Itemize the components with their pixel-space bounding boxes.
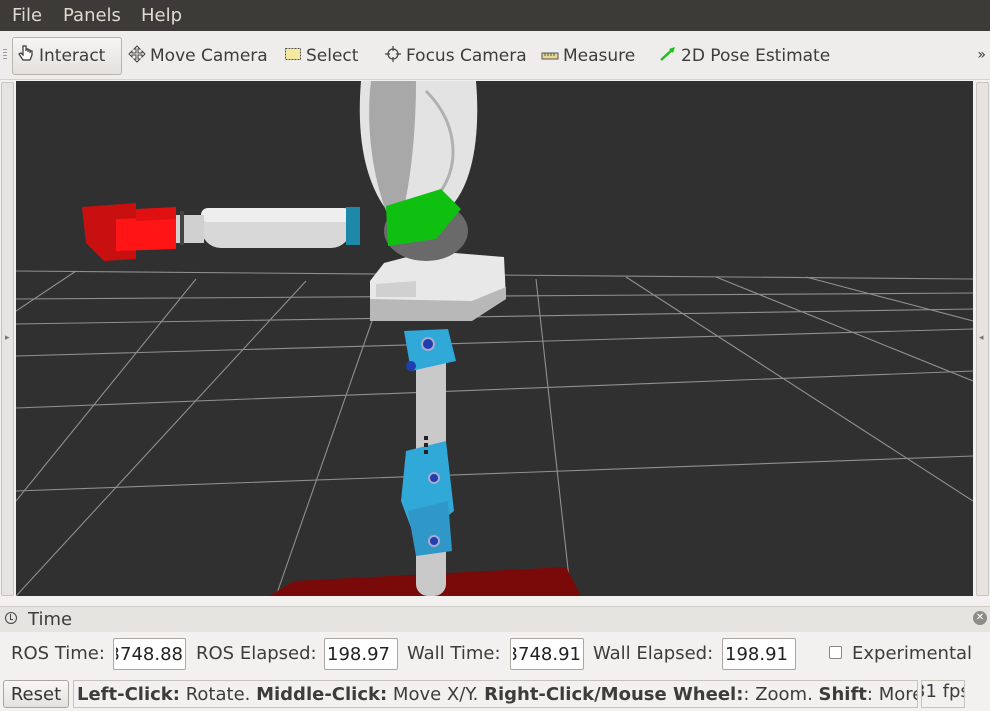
robot-base — [370, 251, 506, 321]
robot-arm — [176, 207, 360, 248]
wall-time-field[interactable] — [510, 638, 584, 670]
focus-camera-icon — [384, 45, 402, 68]
tool-focus-camera[interactable]: Focus Camera — [380, 37, 531, 75]
menu-file[interactable]: File — [12, 5, 42, 26]
tool-select[interactable]: Select — [280, 37, 362, 75]
ros-time-field[interactable] — [113, 638, 186, 670]
menu-panels[interactable]: Panels — [63, 5, 121, 26]
wall-time-label: Wall Time: — [407, 643, 501, 664]
menu-help[interactable]: Help — [141, 5, 182, 26]
experimental-label: Experimental — [852, 643, 973, 664]
collapse-arrow-icon: ▸ — [5, 333, 10, 343]
select-rectangle-icon — [284, 46, 302, 66]
status-bar: Reset Left-Click: Rotate. Middle-Click: … — [0, 677, 990, 711]
time-panel: ROS Time: ROS Elapsed: Wall Time: Wall E… — [0, 632, 990, 676]
tool-bar: Interact Move Camera Select Focus Camera… — [0, 31, 990, 80]
render-viewport[interactable] — [16, 81, 973, 596]
scene-3d — [16, 81, 973, 596]
tool-move-camera[interactable]: Move Camera — [124, 37, 272, 75]
time-panel-header: Time ✕ — [0, 606, 990, 632]
toolbar-overflow-button[interactable]: » — [977, 47, 986, 63]
wall-elapsed-field[interactable] — [722, 638, 796, 670]
status-message: Left-Click: Rotate. Middle-Click: Move X… — [73, 680, 918, 708]
menu-bar: File Panels Help — [0, 0, 990, 31]
ros-time-label: ROS Time: — [11, 643, 105, 664]
reset-button[interactable]: Reset — [3, 680, 69, 708]
ruler-icon — [541, 46, 559, 66]
tool-interact[interactable]: Interact — [12, 37, 122, 75]
hand-pointer-icon — [17, 44, 35, 69]
ros-elapsed-field[interactable] — [324, 638, 398, 670]
left-dock-collapse-bar[interactable]: ▸ — [1, 82, 14, 596]
close-panel-button[interactable]: ✕ — [973, 611, 987, 625]
right-dock-collapse-bar[interactable]: ◂ — [976, 82, 989, 596]
fps-readout: 31 fps — [921, 680, 965, 708]
experimental-checkbox[interactable] — [829, 646, 842, 659]
toolbar-grip[interactable] — [3, 49, 7, 61]
move-camera-icon — [128, 44, 146, 68]
robot-torso — [359, 81, 478, 261]
ros-elapsed-label: ROS Elapsed: — [196, 643, 317, 664]
collapse-arrow-icon: ◂ — [979, 333, 984, 343]
wall-elapsed-label: Wall Elapsed: — [593, 643, 714, 664]
tool-measure[interactable]: Measure — [537, 37, 639, 75]
tool-2d-pose-estimate[interactable]: 2D Pose Estimate — [655, 37, 834, 75]
robot-leg — [401, 329, 456, 596]
robot-gripper — [82, 203, 176, 261]
clock-icon — [5, 612, 17, 624]
pose-arrow-icon — [659, 46, 677, 67]
ground-grid — [16, 270, 973, 596]
time-panel-title: Time — [28, 609, 73, 630]
